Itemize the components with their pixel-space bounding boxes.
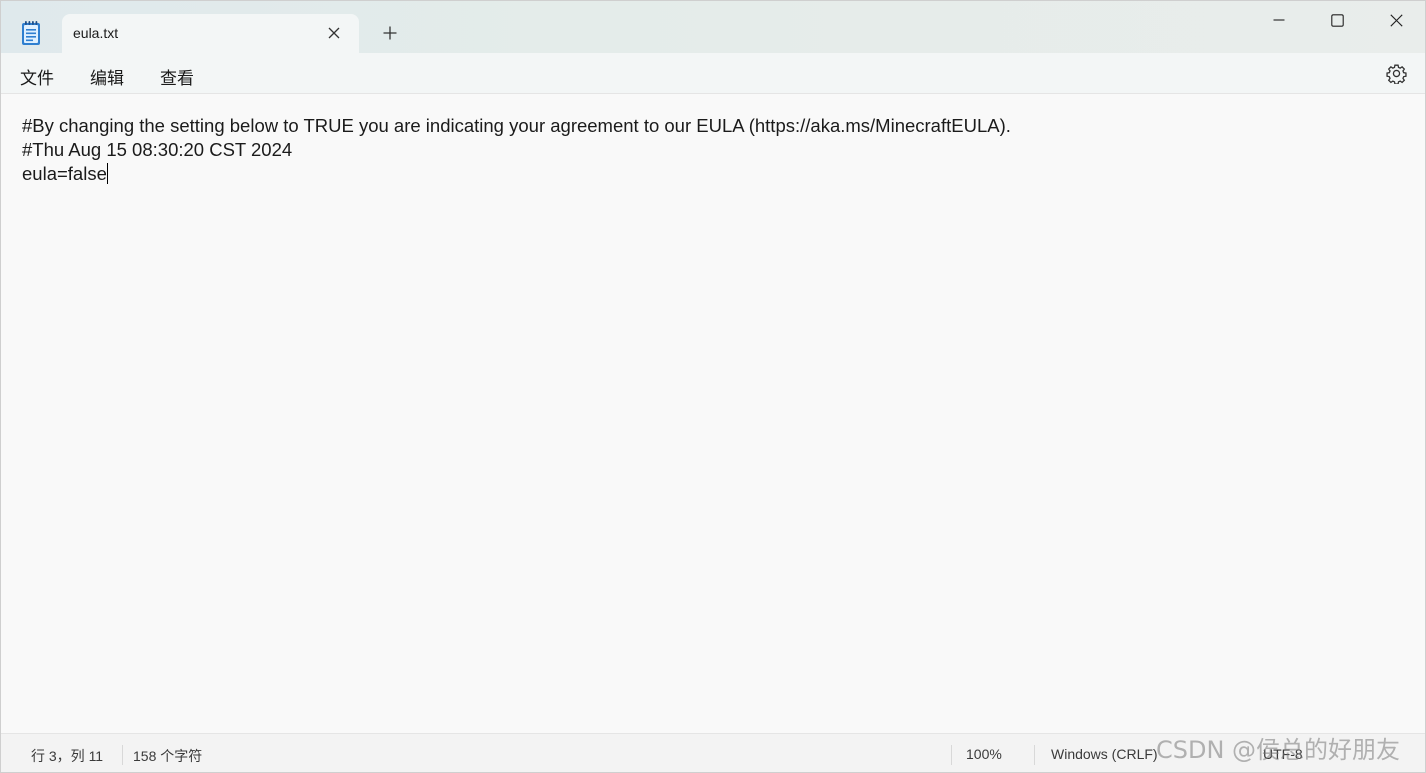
tab-title: eula.txt: [73, 25, 119, 41]
char-count: 158 个字符: [133, 748, 203, 764]
title-bar: eula.txt: [1, 1, 1425, 54]
text-editor[interactable]: #By changing the setting below to TRUE y…: [1, 94, 1425, 733]
status-divider: [1034, 745, 1035, 765]
maximize-icon[interactable]: [1308, 1, 1366, 39]
close-icon[interactable]: [1367, 1, 1425, 39]
status-divider: [122, 745, 123, 765]
menu-edit[interactable]: 编辑: [90, 64, 124, 89]
editor-line-cursor: eula=false: [22, 162, 1404, 186]
menu-view[interactable]: 查看: [160, 64, 194, 89]
gear-icon[interactable]: [1386, 63, 1407, 85]
text-caret: [106, 163, 108, 184]
close-icon[interactable]: [325, 24, 343, 42]
editor-line: eula=false: [22, 163, 107, 184]
editor-line: #By changing the setting below to TRUE y…: [22, 115, 1011, 136]
menu-file[interactable]: 文件: [20, 64, 54, 89]
editor-line: #Thu Aug 15 08:30:20 CST 2024: [22, 139, 293, 160]
cursor-position: 行 3，列 11: [31, 748, 104, 764]
status-divider: [951, 745, 952, 765]
plus-icon[interactable]: [379, 22, 401, 44]
line-ending[interactable]: Windows (CRLF): [1051, 746, 1158, 762]
minimize-icon[interactable]: [1250, 1, 1308, 39]
notepad-window: eula.txt 文件 编辑 查看 #By changing the setti…: [0, 0, 1426, 773]
menu-bar: 文件 编辑 查看: [1, 53, 1425, 94]
watermark: CSDN @侯总的好朋友: [1156, 736, 1401, 764]
tab-eula[interactable]: eula.txt: [62, 14, 359, 54]
zoom-level[interactable]: 100%: [966, 746, 1002, 762]
notepad-icon: [20, 20, 42, 46]
